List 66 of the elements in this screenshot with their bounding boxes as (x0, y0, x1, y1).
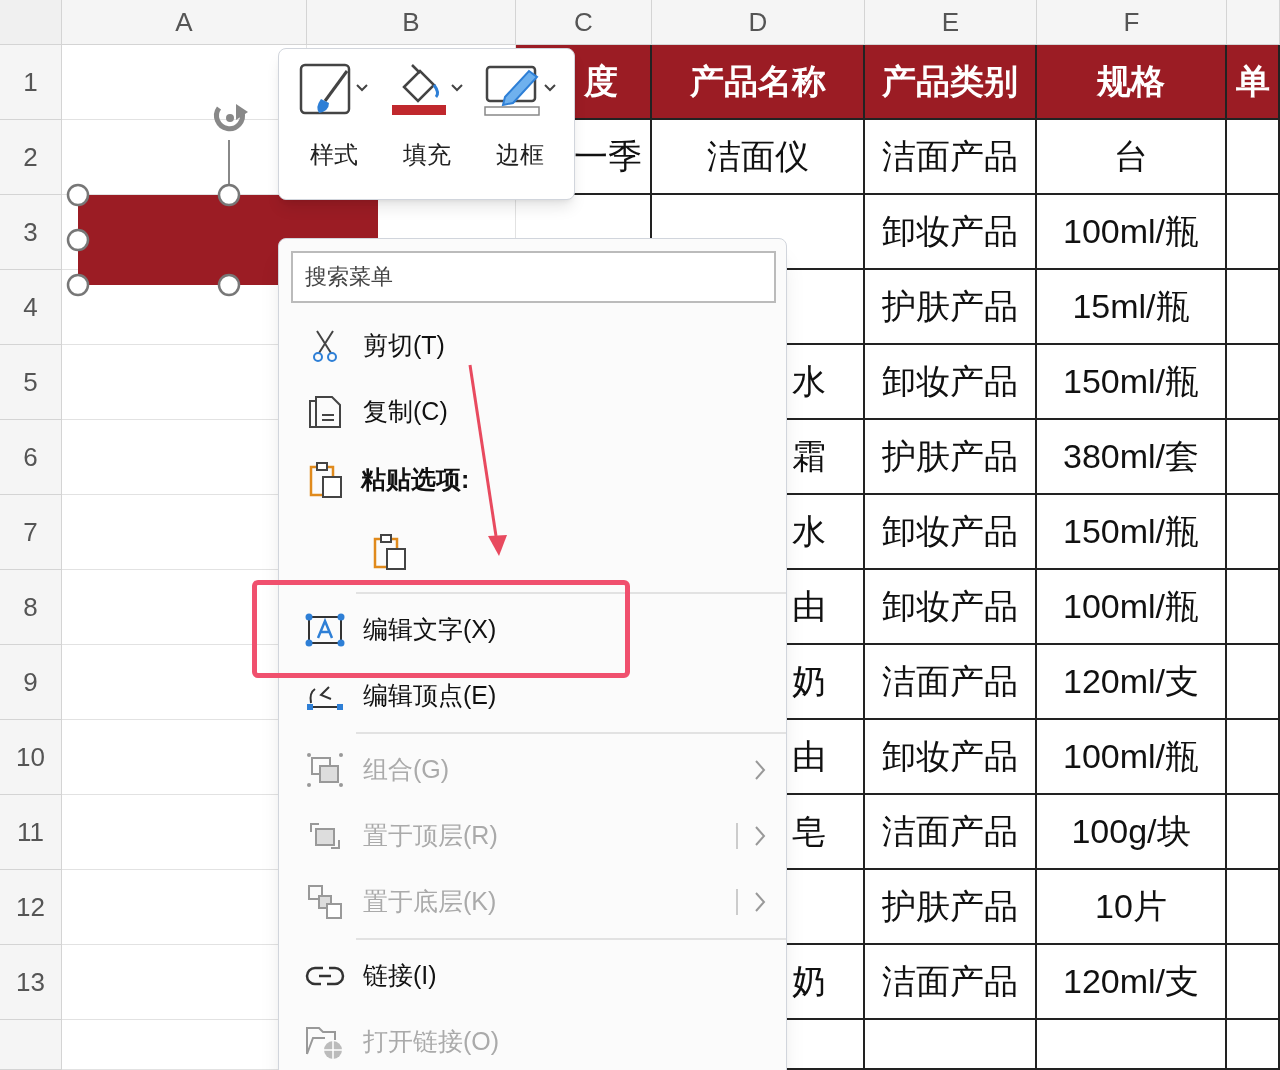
column-header[interactable]: D (652, 0, 865, 45)
column-title: 产品类别 (882, 61, 1018, 102)
row-header[interactable]: 1 (0, 45, 62, 120)
table-cell: 台 (1037, 120, 1227, 195)
table-cell: 100ml/瓶 (1037, 195, 1227, 270)
row-header[interactable]: 7 (0, 495, 62, 570)
table-cell: 卸妆产品 (865, 495, 1037, 570)
table-cell: 卸妆产品 (865, 570, 1037, 645)
table-cell: 15ml/瓶 (1037, 270, 1227, 345)
table-cell: 洁面产品 (865, 945, 1037, 1020)
send-to-back-icon (307, 884, 343, 920)
clipboard-icon (307, 461, 345, 499)
table-cell: 洁面仪 (652, 120, 865, 195)
row-header[interactable]: 8 (0, 570, 62, 645)
column-header[interactable]: E (865, 0, 1037, 45)
column-header[interactable]: F (1037, 0, 1227, 45)
empty-cell (1227, 1020, 1280, 1070)
table-cell: 100ml/瓶 (1037, 570, 1227, 645)
keep-format-paste-icon (371, 533, 409, 571)
table-cell: 洁面产品 (865, 645, 1037, 720)
table-cell: 380ml/套 (1037, 420, 1227, 495)
row-header[interactable]: 6 (0, 420, 62, 495)
column-header[interactable]: B (307, 0, 516, 45)
group-icon (306, 752, 344, 788)
column-title: 规格 (1097, 61, 1165, 102)
section-heading: 粘贴选项: (361, 464, 470, 496)
row-header[interactable]: 10 (0, 720, 62, 795)
search-field[interactable]: 搜索菜单 (291, 251, 776, 303)
column-title: 度 (584, 61, 618, 102)
table-cell: 100ml/瓶 (1037, 720, 1227, 795)
row-header[interactable]: 3 (0, 195, 62, 270)
table-cell: 护肤产品 (865, 270, 1037, 345)
toolbar-button[interactable]: 填充 (385, 61, 468, 177)
row-header[interactable]: 12 (0, 870, 62, 945)
folder-globe-icon (305, 1024, 345, 1060)
table-cell: 150ml/瓶 (1037, 495, 1227, 570)
toolbar-button[interactable]: 样式 (292, 61, 375, 177)
row-header-cell[interactable] (0, 1020, 62, 1070)
table-cell: 150ml/瓶 (1037, 345, 1227, 420)
row-header[interactable]: 11 (0, 795, 62, 870)
rotate-handle-line (228, 139, 230, 185)
row-header[interactable]: 5 (0, 345, 62, 420)
scissors-icon (311, 329, 339, 363)
row-header[interactable]: 4 (0, 270, 62, 345)
row-header[interactable]: 9 (0, 645, 62, 720)
text-box-icon (305, 613, 345, 647)
table-cell: 洁面产品 (865, 120, 1037, 195)
column-title: 产品名称 (689, 61, 826, 102)
column-title: 单 (1235, 61, 1270, 102)
bring-to-front-icon (307, 820, 343, 852)
column-header[interactable]: C (516, 0, 652, 45)
table-cell: 卸妆产品 (865, 195, 1037, 270)
table-cell: 卸妆产品 (865, 720, 1037, 795)
table-cell: 100g/块 (1037, 795, 1227, 870)
column-header[interactable]: A (62, 0, 307, 45)
row-header[interactable]: 13 (0, 945, 62, 1020)
row-header[interactable]: 2 (0, 120, 62, 195)
table-cell: 护肤产品 (865, 420, 1037, 495)
table-cell: 卸妆产品 (865, 345, 1037, 420)
table-cell: 120ml/支 (1037, 945, 1227, 1020)
table-cell: 10片 (1037, 870, 1227, 945)
table-cell: 120ml/支 (1037, 645, 1227, 720)
table-cell: 洁面产品 (865, 795, 1037, 870)
column-header-cell[interactable] (1227, 0, 1280, 45)
copy-icon (306, 395, 344, 429)
table-cell: 护肤产品 (865, 870, 1037, 945)
